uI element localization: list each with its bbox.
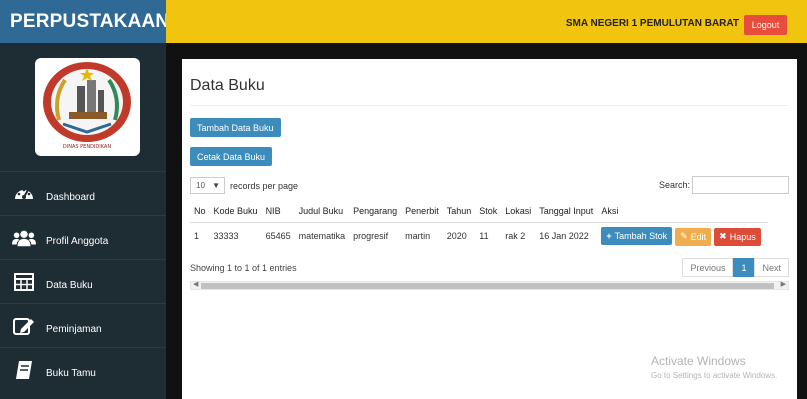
scroll-left-icon[interactable]: ◀	[193, 280, 198, 288]
sidebar: PERPUSTAKAAN DINAS PENDIDIKAN Dashboard	[0, 0, 169, 399]
edit-icon	[12, 315, 36, 337]
book-icon	[12, 359, 36, 381]
column-header-judul-buku[interactable]: Judul Buku	[295, 200, 350, 222]
activation-watermark: Activate Windows Go to Settings to activ…	[651, 354, 777, 380]
column-header-aksi: Aksi	[601, 205, 619, 216]
school-logo: DINAS PENDIDIKAN	[35, 58, 140, 156]
sidebar-item-label: Buku Tamu	[46, 368, 96, 379]
table-icon	[12, 271, 36, 293]
column-header-tanggal-input[interactable]: Tanggal Input	[535, 200, 597, 222]
sidebar-item-data-buku[interactable]: Data Buku	[0, 259, 166, 303]
sidebar-item-dashboard[interactable]: Dashboard	[0, 171, 166, 215]
print-books-button[interactable]: Cetak Data Buku	[190, 147, 273, 166]
cell-no: 1	[190, 221, 210, 250]
pagination-page-1[interactable]: 1	[733, 258, 755, 277]
page-title: Data Buku	[190, 77, 265, 94]
logo-caption: DINAS PENDIDIKAN	[63, 144, 111, 150]
pagination: Previous 1 Next	[682, 258, 789, 277]
add-book-button[interactable]: Tambah Data Buku	[190, 118, 281, 137]
records-per-page-label: records per page	[230, 180, 299, 191]
sidebar-item-label: Dashboard	[46, 192, 95, 203]
search-label: Search:	[658, 180, 690, 190]
top-bar: SMA NEGERI 1 PEMULUTAN BARAT Logout	[166, 0, 807, 43]
column-header-penerbit[interactable]: Penerbit	[401, 200, 443, 222]
pencil-icon: ✎	[680, 231, 688, 241]
column-header-tahun[interactable]: Tahun	[443, 200, 476, 222]
column-header-nib[interactable]: NIB	[262, 200, 295, 222]
column-header-stok[interactable]: Stok	[475, 200, 501, 222]
sidebar-item-label: Data Buku	[46, 280, 93, 291]
brand-title[interactable]: PERPUSTAKAAN	[0, 0, 169, 43]
cell-stok: 11	[475, 221, 502, 250]
scroll-right-icon[interactable]: ▶	[781, 280, 786, 288]
cell-nib: 65465	[261, 221, 295, 250]
add-stock-label: Tambah Stok	[614, 231, 668, 241]
cell-tanggal-input: 16 Jan 2022	[535, 221, 598, 250]
sidebar-item-profil-anggota[interactable]: Profil Anggota	[0, 215, 166, 259]
add-stock-button[interactable]: + Tambah Stok	[601, 227, 673, 245]
watermark-subtitle: Go to Settings to activate Windows.	[651, 371, 778, 380]
column-header-lokasi[interactable]: Lokasi	[501, 200, 535, 222]
cell-pengarang: progresif	[349, 221, 402, 250]
cell-aksi: + Tambah Stok ✎ Edit ✖ Hapus	[597, 221, 768, 250]
dashboard-icon	[12, 183, 36, 205]
cell-kode-buku: 33333	[209, 221, 262, 250]
entries-info: Showing 1 to 1 of 1 entries	[190, 263, 297, 273]
delete-button[interactable]: ✖ Hapus	[714, 227, 761, 246]
search-input[interactable]	[692, 176, 789, 194]
sidebar-item-peminjaman[interactable]: Peminjaman	[0, 303, 166, 347]
edit-button[interactable]: ✎ Edit	[675, 227, 712, 246]
records-per-page-value: 10	[196, 181, 205, 190]
watermark-title: Activate Windows	[651, 354, 746, 368]
sidebar-item-buku-tamu[interactable]: Buku Tamu	[0, 347, 166, 391]
books-table: No Kode Buku NIB Judul Buku Pengarang Pe…	[190, 200, 768, 250]
cell-lokasi: rak 2	[501, 221, 536, 250]
content-panel: Data Buku Tambah Data Buku Cetak Data Bu…	[182, 59, 797, 399]
school-name: SMA NEGERI 1 PEMULUTAN BARAT	[565, 18, 739, 29]
sidebar-nav: Dashboard Profil Anggota Data Buku Pemin…	[0, 171, 166, 391]
search-group: Search:	[659, 176, 789, 194]
delete-label: Hapus	[729, 231, 756, 242]
column-header-no[interactable]: No	[190, 200, 210, 222]
records-per-page: 10 ▼ records per page	[190, 177, 298, 194]
cell-judul-buku: matematika	[294, 221, 350, 250]
column-header-kode-buku[interactable]: Kode Buku	[210, 200, 262, 222]
table-header-row: No Kode Buku NIB Judul Buku Pengarang Pe…	[190, 200, 768, 222]
scrollbar-thumb[interactable]	[201, 283, 774, 289]
close-icon: ✖	[719, 231, 727, 241]
title-divider	[190, 105, 789, 106]
plus-icon: +	[606, 231, 612, 241]
pagination-previous[interactable]: Previous	[682, 258, 734, 277]
records-per-page-select[interactable]: 10 ▼	[190, 177, 225, 194]
users-icon	[12, 227, 36, 249]
sidebar-item-label: Profil Anggota	[46, 236, 109, 247]
table-row: 1 33333 65465 matematika progresif marti…	[190, 221, 768, 250]
logout-button[interactable]: Logout	[744, 15, 787, 35]
cell-penerbit: martin	[401, 221, 443, 250]
edit-label: Edit	[690, 231, 707, 242]
sidebar-item-label: Peminjaman	[46, 324, 102, 335]
pagination-next[interactable]: Next	[754, 258, 789, 277]
cell-tahun: 2020	[442, 221, 476, 250]
chevron-down-icon: ▼	[212, 181, 220, 190]
horizontal-scrollbar[interactable]: ◀ ▶	[190, 281, 789, 290]
column-header-pengarang[interactable]: Pengarang	[349, 200, 401, 222]
